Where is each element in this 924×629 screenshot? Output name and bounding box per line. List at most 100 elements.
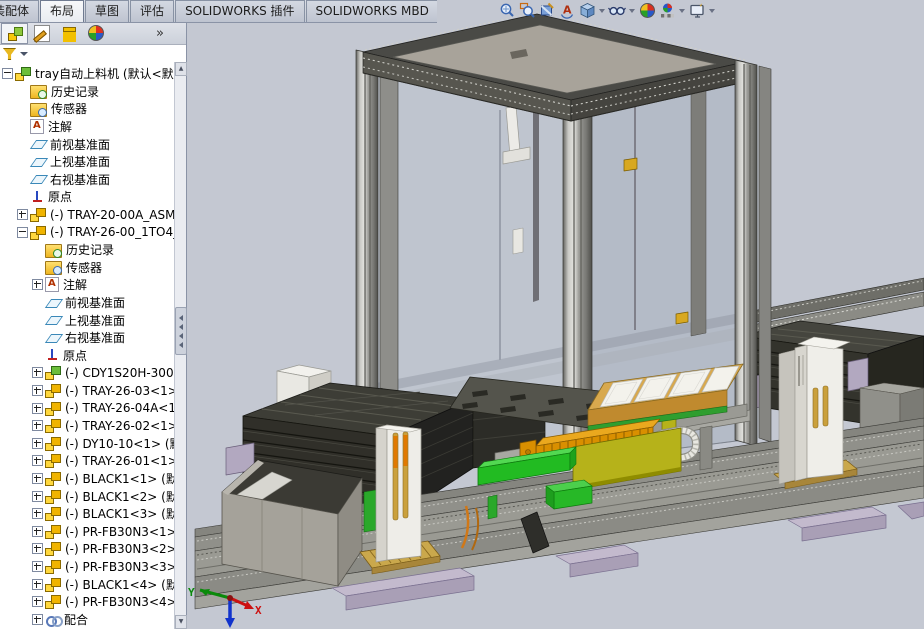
expand-toggle[interactable] — [32, 491, 43, 502]
tree-item[interactable]: (-) TRAY-26-02<1> (默 — [0, 417, 175, 435]
expand-toggle[interactable] — [32, 455, 43, 466]
tree-item[interactable]: 上视基准面 — [0, 153, 175, 171]
tree-item[interactable]: (-) PR-FB30N3<3> (默 — [0, 558, 175, 576]
tab-0[interactable]: 装配体 — [0, 0, 39, 22]
expand-toggle[interactable] — [32, 526, 43, 537]
tree-item[interactable]: (-) TRAY-26-01<1> (默 — [0, 452, 175, 470]
expand-toggle[interactable] — [32, 596, 43, 607]
tree-item-label: (-) TRAY-26-02<1> (默 — [65, 417, 175, 434]
tree-item[interactable]: (-) TRAY-26-00_1TO4_ASM — [0, 223, 175, 241]
tab-1[interactable]: 布局 — [40, 0, 84, 22]
tree-item[interactable]: (-) TRAY-20-00A_ASM<1: — [0, 206, 175, 224]
tree-item[interactable]: (-) BLACK1<3> (默认< — [0, 505, 175, 523]
filter-funnel-icon[interactable] — [3, 48, 16, 60]
expand-toggle[interactable] — [32, 508, 43, 519]
tree-item[interactable]: (-) BLACK1<1> (默认< — [0, 470, 175, 488]
tree-item[interactable]: 原点 — [0, 347, 175, 365]
tree-item[interactable]: 右视基准面 — [0, 329, 175, 347]
zoom-fit-icon[interactable] — [497, 1, 517, 20]
expand-toggle[interactable] — [32, 543, 43, 554]
svg-text:A: A — [563, 4, 572, 17]
tree-item[interactable]: 注解 — [0, 118, 175, 136]
tree-item[interactable]: 前视基准面 — [0, 294, 175, 312]
annotation-view-icon[interactable]: A — [557, 1, 577, 20]
zoom-area-icon[interactable] — [517, 1, 537, 20]
displaymanager-tab[interactable] — [82, 23, 109, 44]
tree-item-label: (-) PR-FB30N3<2> (默 — [65, 540, 175, 557]
tree-item-label: 配合 — [64, 611, 88, 628]
panel-tabs-overflow-button[interactable]: » — [151, 26, 169, 41]
tree-item[interactable]: 历史记录 — [0, 83, 175, 101]
chevron-down-icon[interactable] — [679, 9, 685, 13]
tree-item[interactable]: (-) BLACK1<2> (默认< — [0, 487, 175, 505]
expand-toggle[interactable] — [32, 579, 43, 590]
expand-toggle[interactable] — [32, 420, 43, 431]
tree-item[interactable]: (-) PR-FB30N3<2> (默 — [0, 540, 175, 558]
assembly-icon — [30, 207, 46, 222]
tab-4[interactable]: SOLIDWORKS 插件 — [175, 0, 304, 22]
tree-item[interactable]: 传感器 — [0, 100, 175, 118]
expand-toggle[interactable] — [32, 438, 43, 449]
tree-item[interactable]: 传感器 — [0, 259, 175, 277]
display-style-icon[interactable] — [577, 1, 597, 20]
expand-toggle[interactable] — [17, 209, 28, 220]
tree-item[interactable]: 前视基准面 — [0, 135, 175, 153]
featuremanager-tab[interactable] — [1, 23, 28, 44]
expand-toggle[interactable] — [17, 227, 28, 238]
edit-appearance-icon[interactable] — [637, 1, 657, 20]
tree-item-label: (-) BLACK1<4> (默认< — [65, 576, 175, 593]
tree-item[interactable]: 配合 — [0, 610, 175, 628]
expand-toggle[interactable] — [32, 403, 43, 414]
headsup-toolbar: A — [497, 1, 717, 20]
expand-toggle[interactable] — [32, 279, 43, 290]
tree-item[interactable]: tray自动上料机 (默认<默认_显 — [0, 65, 175, 83]
tab-2[interactable]: 草图 — [85, 0, 129, 22]
tree-item[interactable]: 右视基准面 — [0, 171, 175, 189]
folder-history-icon — [45, 244, 62, 258]
tree-item[interactable]: (-) BLACK1<4> (默认< — [0, 575, 175, 593]
section-view-icon[interactable] — [537, 1, 557, 20]
expand-toggle[interactable] — [2, 68, 13, 79]
tree-item[interactable]: (-) PR-FB30N3<1> (默 — [0, 522, 175, 540]
expand-toggle[interactable] — [32, 367, 43, 378]
hide-show-items-icon[interactable] — [607, 1, 627, 20]
expand-toggle[interactable] — [32, 385, 43, 396]
tree-item[interactable]: (-) TRAY-26-04A<1> ( — [0, 399, 175, 417]
view-settings-icon[interactable] — [687, 1, 707, 20]
assembly-icon — [30, 225, 46, 240]
tree-item[interactable]: 历史记录 — [0, 241, 175, 259]
tree-item[interactable]: (-) DY10-10<1> (默认 — [0, 434, 175, 452]
apply-scene-icon[interactable] — [657, 1, 677, 20]
plane-icon — [30, 155, 46, 169]
expand-toggle[interactable] — [32, 614, 43, 625]
scroll-up-icon[interactable] — [175, 62, 187, 76]
tree-scrollbar[interactable] — [174, 62, 186, 629]
plane-icon — [45, 331, 61, 345]
model-viewport[interactable] — [186, 0, 924, 629]
filter-dropdown-icon[interactable] — [20, 52, 28, 56]
propertymanager-tab[interactable] — [28, 23, 55, 44]
feature-tree: tray自动上料机 (默认<默认_显历史记录传感器注解前视基准面上视基准面右视基… — [0, 62, 175, 629]
scrollbar-thumb[interactable] — [175, 307, 187, 355]
tree-item-label: (-) PR-FB30N3<3> (默 — [65, 558, 175, 575]
plane-icon — [45, 296, 61, 310]
tree-item[interactable]: 上视基准面 — [0, 311, 175, 329]
featuremanager-icon — [7, 26, 23, 41]
chevron-down-icon[interactable] — [599, 9, 605, 13]
configurationmanager-tab[interactable] — [55, 23, 82, 44]
tree-item[interactable]: (-) TRAY-26-03<1> (默 — [0, 382, 175, 400]
expand-toggle[interactable] — [32, 561, 43, 572]
chevron-down-icon[interactable] — [629, 9, 635, 13]
tree-item[interactable]: (-) CDY1S20H-300B-A — [0, 364, 175, 382]
assembly-icon — [45, 471, 61, 486]
expand-toggle[interactable] — [32, 473, 43, 484]
chevron-down-icon[interactable] — [709, 9, 715, 13]
scroll-down-icon[interactable] — [175, 615, 187, 629]
tree-item[interactable]: (-) PR-FB30N3<4> (默 — [0, 593, 175, 611]
tab-5[interactable]: SOLIDWORKS MBD — [306, 0, 437, 22]
machine-3d-model[interactable] — [186, 0, 924, 629]
tree-item[interactable]: 原点 — [0, 188, 175, 206]
tab-3[interactable]: 评估 — [130, 0, 174, 22]
tree-item-label: (-) BLACK1<1> (默认< — [65, 470, 175, 487]
tree-item[interactable]: 注解 — [0, 276, 175, 294]
